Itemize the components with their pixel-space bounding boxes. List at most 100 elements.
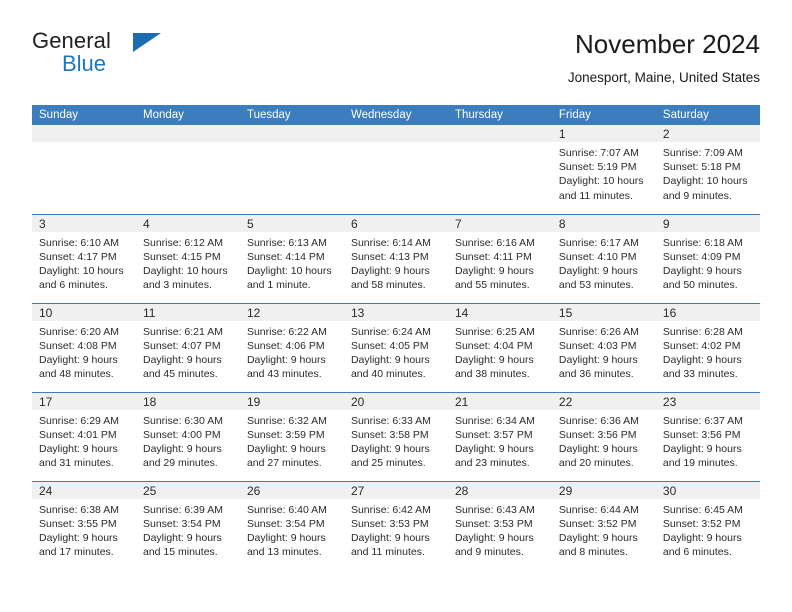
calendar-day-cell[interactable]: 12 Sunrise: 6:22 AM Sunset: 4:06 PM Dayligh…	[239, 302, 344, 392]
sunrise-text: Sunrise: 6:44 AM	[558, 503, 639, 516]
calendar-day-cell[interactable]: 26 Sunrise: 6:40 AM Sunset: 3:54 PM Dayligh…	[239, 480, 344, 570]
daylight-text: Daylight: 9 hours and 20 minutes.	[558, 442, 638, 470]
daylight-text: Daylight: 9 hours and 40 minutes.	[350, 353, 430, 381]
day-number: 23	[655, 392, 760, 410]
daylight-text: Daylight: 9 hours and 33 minutes.	[662, 353, 742, 381]
daylight-text: Daylight: 9 hours and 38 minutes.	[454, 353, 534, 381]
sunrise-text: Sunrise: 6:16 AM	[454, 236, 535, 249]
day-details: Sunrise: 6:43 AM Sunset: 3:53 PM Daylight:…	[448, 499, 552, 560]
calendar-day-cell[interactable]: 17 Sunrise: 6:29 AM Sunset: 4:01 PM Dayligh…	[32, 391, 136, 481]
sunrise-text: Sunrise: 6:33 AM	[350, 414, 431, 427]
day-details: Sunrise: 6:21 AM Sunset: 4:07 PM Daylight:…	[136, 321, 240, 382]
calendar-day-cell[interactable]: 10 Sunrise: 6:20 AM Sunset: 4:08 PM Dayligh…	[32, 302, 136, 392]
day-number: 5	[239, 214, 344, 232]
daylight-text: Daylight: 9 hours and 55 minutes.	[454, 264, 534, 292]
calendar-day-cell[interactable]: 13 Sunrise: 6:24 AM Sunset: 4:05 PM Dayligh…	[343, 302, 448, 392]
calendar-day-cell[interactable]: 7 Sunrise: 6:16 AM Sunset: 4:11 PM Daylight…	[447, 213, 552, 303]
sunset-text: Sunset: 3:58 PM	[350, 428, 429, 441]
day-number: 11	[135, 303, 240, 321]
sunrise-text: Sunrise: 6:20 AM	[39, 325, 119, 338]
day-details: Sunrise: 7:07 AM Sunset: 5:19 PM Daylight:…	[552, 142, 656, 203]
daylight-text: Daylight: 9 hours and 19 minutes.	[662, 442, 742, 470]
sunrise-text: Sunrise: 6:36 AM	[558, 414, 639, 427]
sunset-text: Sunset: 4:06 PM	[246, 339, 325, 352]
day-number: 3	[32, 214, 136, 232]
calendar-day-cell[interactable]: 8 Sunrise: 6:17 AM Sunset: 4:10 PM Daylight…	[551, 213, 656, 303]
sunrise-text: Sunrise: 6:38 AM	[39, 503, 119, 516]
sunrise-text: Sunrise: 6:40 AM	[246, 503, 327, 516]
calendar-day-cell[interactable]: 29 Sunrise: 6:44 AM Sunset: 3:52 PM Dayligh…	[551, 480, 656, 570]
day-number	[135, 125, 240, 142]
calendar-day-cell-empty	[343, 125, 448, 214]
sunrise-text: Sunrise: 6:10 AM	[39, 236, 119, 249]
sunrise-text: Sunrise: 7:09 AM	[662, 147, 743, 159]
calendar-day-cell[interactable]: 28 Sunrise: 6:43 AM Sunset: 3:53 PM Dayligh…	[447, 480, 552, 570]
calendar-day-cell[interactable]: 16 Sunrise: 6:28 AM Sunset: 4:02 PM Dayligh…	[655, 302, 760, 392]
calendar-day-cell[interactable]: 21 Sunrise: 6:34 AM Sunset: 3:57 PM Dayligh…	[447, 391, 552, 481]
calendar-day-cell[interactable]: 4 Sunrise: 6:12 AM Sunset: 4:15 PM Daylight…	[135, 213, 240, 303]
sunset-text: Sunset: 3:56 PM	[558, 428, 637, 441]
calendar-day-cell[interactable]: 22 Sunrise: 6:36 AM Sunset: 3:56 PM Dayligh…	[551, 391, 656, 481]
calendar-day-cell[interactable]: 9 Sunrise: 6:18 AM Sunset: 4:09 PM Daylight…	[655, 213, 760, 303]
day-number: 27	[343, 481, 448, 499]
day-details: Sunrise: 6:18 AM Sunset: 4:09 PM Daylight:…	[656, 232, 760, 293]
calendar-day-cell[interactable]: 11 Sunrise: 6:21 AM Sunset: 4:07 PM Dayligh…	[135, 302, 240, 392]
calendar-day-cell-empty	[447, 125, 552, 214]
daylight-text: Daylight: 9 hours and 25 minutes.	[350, 442, 430, 470]
day-number: 28	[447, 481, 552, 499]
calendar-day-cell[interactable]: 6 Sunrise: 6:14 AM Sunset: 4:13 PM Daylight…	[343, 213, 448, 303]
day-details: Sunrise: 6:24 AM Sunset: 4:05 PM Daylight:…	[344, 321, 448, 382]
calendar-day-cell[interactable]: 24 Sunrise: 6:38 AM Sunset: 3:55 PM Dayligh…	[32, 480, 136, 570]
day-number: 15	[551, 303, 656, 321]
sunset-text: Sunset: 3:56 PM	[662, 428, 741, 441]
sunset-text: Sunset: 3:57 PM	[454, 428, 533, 441]
calendar-day-cell-empty	[32, 125, 136, 214]
sunset-text: Sunset: 4:00 PM	[142, 428, 221, 441]
day-details: Sunrise: 6:28 AM Sunset: 4:02 PM Daylight:…	[656, 321, 760, 382]
sunset-text: Sunset: 3:52 PM	[662, 517, 741, 530]
calendar-day-cell[interactable]: 20 Sunrise: 6:33 AM Sunset: 3:58 PM Dayligh…	[343, 391, 448, 481]
calendar-day-cell[interactable]: 25 Sunrise: 6:39 AM Sunset: 3:54 PM Dayligh…	[135, 480, 240, 570]
calendar-week-row: 3 Sunrise: 6:10 AM Sunset: 4:17 PM Daylight…	[32, 213, 760, 303]
daylight-text: Daylight: 9 hours and 15 minutes.	[142, 531, 222, 559]
day-number	[447, 125, 552, 142]
calendar-day-cell[interactable]: 1 Sunrise: 7:07 AM Sunset: 5:19 PM Daylight…	[551, 125, 656, 214]
calendar-day-cell[interactable]: 18 Sunrise: 6:30 AM Sunset: 4:00 PM Dayligh…	[135, 391, 240, 481]
day-details: Sunrise: 6:14 AM Sunset: 4:13 PM Daylight:…	[344, 232, 448, 293]
calendar-day-cell[interactable]: 23 Sunrise: 6:37 AM Sunset: 3:56 PM Dayligh…	[655, 391, 760, 481]
day-number: 8	[551, 214, 656, 232]
weekday-header-tuesday: Tuesday	[239, 105, 344, 125]
calendar-day-cell[interactable]: 30 Sunrise: 6:45 AM Sunset: 3:52 PM Dayligh…	[655, 480, 760, 570]
sunset-text: Sunset: 4:03 PM	[558, 339, 637, 352]
day-number: 7	[447, 214, 552, 232]
calendar-day-cell[interactable]: 14 Sunrise: 6:25 AM Sunset: 4:04 PM Dayligh…	[447, 302, 552, 392]
daylight-text: Daylight: 9 hours and 53 minutes.	[558, 264, 638, 292]
sunrise-text: Sunrise: 6:12 AM	[142, 236, 223, 249]
day-details: Sunrise: 6:10 AM Sunset: 4:17 PM Daylight:…	[32, 232, 136, 293]
day-details: Sunrise: 6:22 AM Sunset: 4:06 PM Daylight:…	[240, 321, 344, 382]
daylight-text: Daylight: 9 hours and 58 minutes.	[350, 264, 430, 292]
sunset-text: Sunset: 4:13 PM	[350, 250, 429, 263]
calendar-day-cell[interactable]: 3 Sunrise: 6:10 AM Sunset: 4:17 PM Daylight…	[32, 213, 136, 303]
sunset-text: Sunset: 5:19 PM	[558, 161, 637, 174]
day-details: Sunrise: 6:33 AM Sunset: 3:58 PM Daylight:…	[344, 410, 448, 471]
calendar-day-cell[interactable]: 5 Sunrise: 6:13 AM Sunset: 4:14 PM Daylight…	[239, 213, 344, 303]
calendar-body: 1 Sunrise: 7:07 AM Sunset: 5:19 PM Daylight…	[32, 125, 760, 570]
day-number	[239, 125, 344, 142]
sunrise-text: Sunrise: 6:22 AM	[246, 325, 327, 338]
sunset-text: Sunset: 4:11 PM	[454, 250, 532, 263]
calendar-day-cell[interactable]: 15 Sunrise: 6:26 AM Sunset: 4:03 PM Dayligh…	[551, 302, 656, 392]
calendar-day-cell[interactable]: 2 Sunrise: 7:09 AM Sunset: 5:18 PM Daylight…	[655, 125, 760, 214]
weekday-header-thursday: Thursday	[447, 105, 552, 125]
calendar-week-row: 1 Sunrise: 7:07 AM Sunset: 5:19 PM Daylight…	[32, 125, 760, 214]
day-number: 2	[655, 125, 760, 142]
sunrise-text: Sunrise: 6:17 AM	[558, 236, 639, 249]
page-header: General Blue November 2024 Jonesport, Ma…	[32, 28, 760, 100]
calendar-week-row: 24 Sunrise: 6:38 AM Sunset: 3:55 PM Dayligh…	[32, 480, 760, 570]
sunrise-text: Sunrise: 6:32 AM	[246, 414, 327, 427]
day-number: 12	[239, 303, 344, 321]
calendar-day-cell[interactable]: 27 Sunrise: 6:42 AM Sunset: 3:53 PM Dayligh…	[343, 480, 448, 570]
day-details: Sunrise: 6:29 AM Sunset: 4:01 PM Daylight:…	[32, 410, 136, 471]
calendar-day-cell[interactable]: 19 Sunrise: 6:32 AM Sunset: 3:59 PM Dayligh…	[239, 391, 344, 481]
sunrise-text: Sunrise: 6:18 AM	[662, 236, 743, 249]
